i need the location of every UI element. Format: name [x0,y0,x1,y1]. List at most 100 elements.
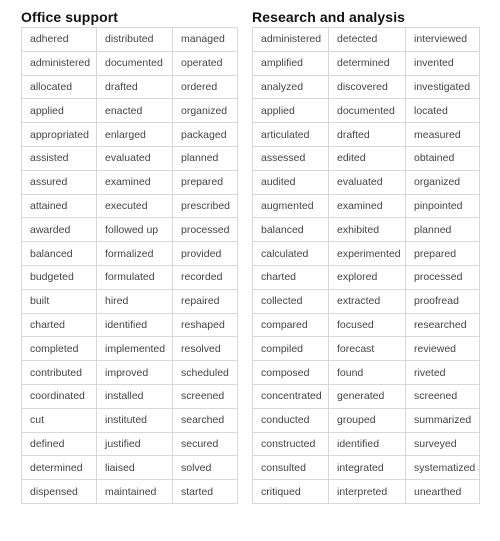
table-row: conducted grouped summarized [252,407,480,433]
verb-cell: built [21,288,97,314]
verb-cell: prepared [172,169,238,195]
verb-cell: distributed [96,27,173,52]
verb-cell: defined [21,431,97,457]
table-row: determined liaised solved [21,455,238,481]
verb-cell: reshaped [172,312,238,338]
verb-cell: explored [328,264,406,290]
verb-cell: identified [96,312,173,338]
verb-cell: collected [252,288,329,314]
verb-cell: recorded [172,264,238,290]
table-row: assured examined prepared [21,169,238,195]
verb-cell: provided [172,241,238,266]
verb-cell: calculated [252,241,329,266]
section-title: Office support [21,9,119,25]
verb-cell: consulted [252,455,329,481]
verb-cell: assured [21,169,97,195]
verb-cell: critiqued [252,479,329,504]
verb-cell: exhibited [328,217,406,243]
table-row: amplified determined invented [252,50,480,76]
verb-cell: examined [96,169,173,195]
verb-cell: forecast [328,336,406,362]
verb-cell: summarized [405,407,480,433]
verb-cell: ordered [172,74,238,100]
verb-cell: screened [172,383,238,409]
verb-cell: edited [328,145,406,171]
verb-cell: extracted [328,288,406,314]
verb-cell: managed [172,27,238,52]
office-support-table: adhered distributed managed administered doc… [21,27,238,504]
verb-cell: organized [405,169,480,195]
verb-cell: systematized [405,455,480,481]
verb-cell: interpreted [328,479,406,504]
verb-cell: applied [21,98,97,124]
verb-cell: organized [172,98,238,124]
table-row: administered documented operated [21,50,238,76]
table-row: consulted integrated systematized [252,455,480,481]
table-row: administered detected interviewed [252,27,480,52]
table-row: balanced formalized provided [21,241,238,266]
verb-cell: charted [252,264,329,290]
verb-cell: hired [96,288,173,314]
verb-cell: documented [96,50,173,76]
verb-cell: measured [405,122,480,147]
verb-cell: experimented [328,241,406,266]
verb-cell: evaluated [96,145,173,171]
table-row: charted explored processed [252,264,480,290]
table-row: appropriated enlarged packaged [21,122,238,147]
table-row: budgeted formulated recorded [21,264,238,290]
verb-cell: balanced [252,217,329,243]
table-row: articulated drafted measured [252,122,480,147]
table-row: critiqued interpreted unearthed [252,479,480,504]
verb-cell: screened [405,383,480,409]
verb-cell: resolved [172,336,238,362]
verb-cell: evaluated [328,169,406,195]
verb-cell: determined [21,455,97,481]
verb-cell: compiled [252,336,329,362]
verb-cell: compared [252,312,329,338]
verb-cell: investigated [405,74,480,100]
table-row: built hired repaired [21,288,238,314]
table-row: applied enacted organized [21,98,238,124]
verb-cell: instituted [96,407,173,433]
research-analysis-table: administered detected interviewed amplified… [252,27,480,504]
verb-cell: secured [172,431,238,457]
verb-cell: determined [328,50,406,76]
verb-cell: enacted [96,98,173,124]
table-row: augmented examined pinpointed [252,193,480,219]
verb-cell: adhered [21,27,97,52]
verb-cell: conducted [252,407,329,433]
verb-cell: followed up [96,217,173,243]
table-row: attained executed prescribed [21,193,238,219]
verb-cell: maintained [96,479,173,504]
verb-cell: administered [21,50,97,76]
verb-cell: justified [96,431,173,457]
verb-cell: integrated [328,455,406,481]
verb-cell: completed [21,336,97,362]
table-row: constructed identified surveyed [252,431,480,457]
verb-cell: assessed [252,145,329,171]
table-row: assessed edited obtained [252,145,480,171]
verb-cell: obtained [405,145,480,171]
verb-cell: repaired [172,288,238,314]
verb-cell: assisted [21,145,97,171]
verb-cell: allocated [21,74,97,100]
table-row: collected extracted proofread [252,288,480,314]
verb-cell: executed [96,193,173,219]
verb-cell: formulated [96,264,173,290]
table-row: assisted evaluated planned [21,145,238,171]
verb-cell: concentrated [252,383,329,409]
verb-cell: riveted [405,360,480,385]
verb-cell: prepared [405,241,480,266]
table-row: balanced exhibited planned [252,217,480,243]
table-row: cut instituted searched [21,407,238,433]
verb-cell: documented [328,98,406,124]
verb-cell: improved [96,360,173,385]
verb-cell: constructed [252,431,329,457]
verb-cell: audited [252,169,329,195]
verb-cell: proofread [405,288,480,314]
verb-cell: unearthed [405,479,480,504]
verb-cell: solved [172,455,238,481]
verb-cell: articulated [252,122,329,147]
verb-cell: cut [21,407,97,433]
verb-cell: scheduled [172,360,238,385]
